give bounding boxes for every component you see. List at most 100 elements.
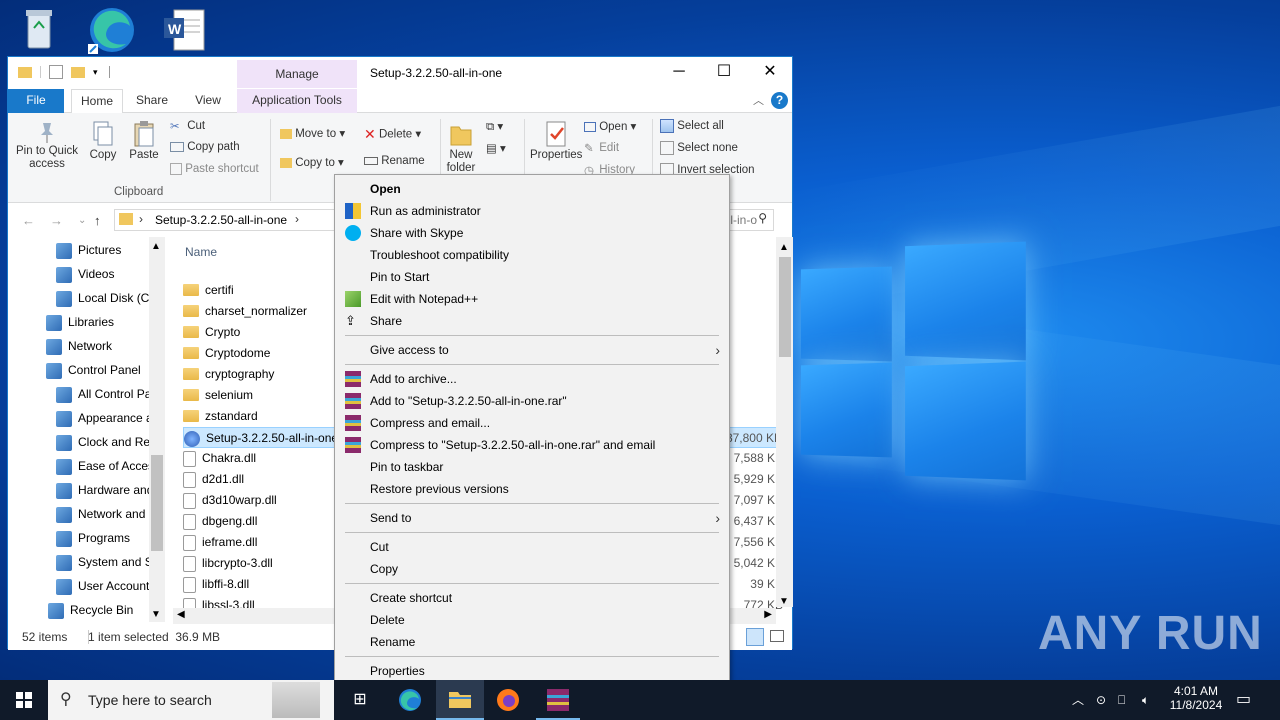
context-menu-item[interactable]: Add to "Setup-3.2.2.50-all-in-one.rar" bbox=[336, 390, 728, 412]
ribbon-collapse-icon[interactable]: ︿ bbox=[753, 92, 764, 108]
open-button[interactable]: Open ▾ bbox=[584, 119, 636, 133]
breadcrumb-segment[interactable]: Setup-3.2.2.50-all-in-one bbox=[155, 213, 287, 227]
network-tray-icon[interactable]: ⎕ bbox=[1118, 680, 1136, 720]
nav-scrollbar[interactable]: ▲ ▼ bbox=[149, 237, 165, 622]
large-icons-view-icon[interactable] bbox=[770, 630, 784, 642]
easy-access-icon[interactable]: ▤ ▾ bbox=[486, 141, 506, 155]
select-none-button[interactable]: Select none bbox=[660, 141, 738, 155]
properties-button[interactable]: Properties bbox=[530, 119, 582, 161]
context-menu-item[interactable]: Create shortcut bbox=[336, 587, 728, 609]
scroll-thumb[interactable] bbox=[151, 455, 163, 551]
nav-item[interactable]: Libraries bbox=[46, 310, 149, 334]
context-menu-item[interactable]: Properties bbox=[336, 660, 728, 682]
close-button[interactable]: ✕ bbox=[747, 57, 793, 87]
notifications-icon[interactable]: ▭ bbox=[1236, 680, 1260, 720]
copy-to-button[interactable]: Copy to ▾ bbox=[280, 155, 344, 169]
context-menu-item[interactable]: Compress to "Setup-3.2.2.50-all-in-one.r… bbox=[336, 434, 728, 456]
nav-item[interactable]: Local Disk (C:) bbox=[56, 286, 149, 310]
taskbar-search-box[interactable]: ⚲ Type here to search bbox=[48, 680, 334, 720]
cut-button[interactable]: ✂ Cut bbox=[170, 119, 205, 133]
nav-item[interactable]: Network and Ir bbox=[56, 502, 149, 526]
winrar-taskbar-icon[interactable] bbox=[536, 680, 580, 720]
scroll-down-icon[interactable]: ▼ bbox=[151, 609, 161, 620]
start-button[interactable] bbox=[0, 680, 48, 720]
clock[interactable]: 4:01 AM 11/8/2024 bbox=[1164, 680, 1228, 720]
nav-item[interactable]: All Control Pan bbox=[56, 382, 149, 406]
nav-item[interactable]: User Accounts bbox=[56, 574, 149, 598]
delete-button[interactable]: ✕ Delete ▾ bbox=[364, 126, 421, 143]
move-to-button[interactable]: Move to ▾ bbox=[280, 126, 345, 140]
firefox-taskbar-icon[interactable] bbox=[488, 680, 528, 720]
copy-button[interactable]: Copy bbox=[86, 119, 120, 161]
pin-to-quick-access-button[interactable]: Pin to Quick access bbox=[16, 119, 78, 171]
select-all-button[interactable]: Select all bbox=[660, 119, 724, 133]
task-view-icon[interactable]: ⊞ bbox=[340, 680, 380, 720]
tab-view[interactable]: View bbox=[186, 89, 230, 113]
minimize-button[interactable]: ─ bbox=[656, 57, 702, 87]
context-menu-item[interactable]: Run as administrator bbox=[336, 200, 728, 222]
nav-item[interactable]: Videos bbox=[56, 262, 149, 286]
details-view-icon[interactable] bbox=[746, 628, 764, 646]
context-menu-item[interactable]: Open bbox=[336, 178, 728, 200]
edit-button[interactable]: ✎ Edit bbox=[584, 141, 619, 155]
properties-check-icon[interactable] bbox=[49, 65, 63, 79]
scroll-down-icon[interactable]: ▼ bbox=[779, 596, 789, 607]
file-list-scrollbar[interactable]: ▲ ▼ bbox=[776, 237, 793, 607]
new-folder-icon[interactable] bbox=[71, 67, 85, 78]
recent-chevron-icon[interactable]: ⌄ bbox=[78, 215, 86, 226]
nav-item[interactable]: Appearance an bbox=[56, 406, 149, 430]
nav-item[interactable]: Control Panel bbox=[46, 358, 149, 382]
nav-item[interactable]: System and Se bbox=[56, 550, 149, 574]
context-menu-item[interactable]: Pin to Start bbox=[336, 266, 728, 288]
context-menu-item[interactable]: Compress and email... bbox=[336, 412, 728, 434]
chevron-down-icon[interactable]: ▾ bbox=[93, 65, 101, 79]
nav-item[interactable]: Ease of Access bbox=[56, 454, 149, 478]
context-menu-item[interactable]: Rename bbox=[336, 631, 728, 653]
tray-chevron-up-icon[interactable]: ︿ bbox=[1072, 680, 1086, 720]
context-menu-item[interactable]: Share with Skype bbox=[336, 222, 728, 244]
tab-file[interactable]: File bbox=[8, 89, 64, 113]
context-menu-item[interactable]: Cut bbox=[336, 536, 728, 558]
scroll-thumb[interactable] bbox=[779, 257, 791, 357]
new-item-icon[interactable]: ⧉ ▾ bbox=[486, 119, 503, 134]
copy-path-button[interactable]: Copy path bbox=[170, 141, 240, 153]
context-menu-item[interactable]: Edit with Notepad++ bbox=[336, 288, 728, 310]
context-menu-item[interactable]: Give access to › bbox=[336, 339, 728, 361]
volume-icon[interactable]: 🔈︎ bbox=[1142, 680, 1160, 720]
maximize-button[interactable]: ☐ bbox=[701, 57, 747, 87]
rename-button[interactable]: Rename bbox=[364, 155, 425, 167]
context-menu-item[interactable]: ⇪ Share bbox=[336, 310, 728, 332]
nav-item[interactable]: Clock and Regi bbox=[56, 430, 149, 454]
new-folder-button[interactable]: New folder bbox=[446, 119, 476, 175]
tab-application-tools[interactable]: Application Tools bbox=[237, 89, 357, 113]
nav-item[interactable]: Recycle Bin bbox=[48, 598, 149, 622]
file-explorer-taskbar-icon[interactable] bbox=[436, 680, 484, 720]
scroll-left-icon[interactable]: ◀ bbox=[177, 609, 185, 620]
edge-desktop-icon[interactable] bbox=[82, 4, 142, 62]
context-menu-item[interactable]: Send to › bbox=[336, 507, 728, 529]
paste-button[interactable]: Paste bbox=[126, 119, 162, 161]
recycle-bin-desktop-icon[interactable] bbox=[8, 4, 68, 62]
forward-arrow-icon[interactable]: → bbox=[50, 213, 63, 228]
context-menu-item[interactable]: Delete bbox=[336, 609, 728, 631]
scroll-right-icon[interactable]: ▶ bbox=[764, 609, 772, 620]
paste-shortcut-button[interactable]: Paste shortcut bbox=[170, 163, 259, 175]
manage-tab[interactable]: Manage bbox=[237, 60, 357, 88]
help-icon[interactable]: ? bbox=[771, 92, 788, 109]
word-desktop-icon[interactable]: W bbox=[156, 4, 216, 62]
edge-taskbar-icon[interactable] bbox=[390, 680, 430, 720]
tray-app-icon[interactable]: ⊙ bbox=[1096, 680, 1112, 720]
context-menu-item[interactable]: Pin to taskbar bbox=[336, 456, 728, 478]
scroll-up-icon[interactable]: ▲ bbox=[151, 241, 161, 252]
nav-item[interactable]: Programs bbox=[56, 526, 149, 550]
nav-item[interactable]: Network bbox=[46, 334, 149, 358]
tab-share[interactable]: Share bbox=[130, 89, 174, 113]
tab-home[interactable]: Home bbox=[71, 89, 123, 114]
context-menu-item[interactable]: Add to archive... bbox=[336, 368, 728, 390]
column-header-name[interactable]: Name bbox=[185, 245, 217, 259]
up-arrow-icon[interactable]: ↑ bbox=[94, 213, 101, 228]
nav-item[interactable]: Pictures bbox=[56, 238, 149, 262]
scroll-up-icon[interactable]: ▲ bbox=[779, 242, 789, 253]
nav-item[interactable]: Hardware and bbox=[56, 478, 149, 502]
context-menu-item[interactable]: Copy bbox=[336, 558, 728, 580]
